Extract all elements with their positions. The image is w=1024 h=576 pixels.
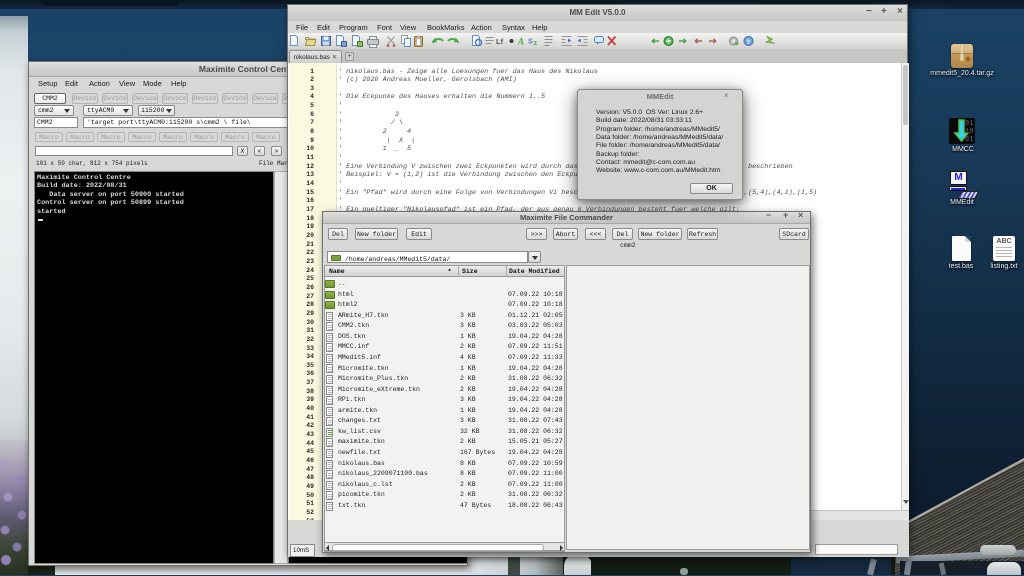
svg-text:A: A <box>517 37 524 47</box>
svg-text:?: ? <box>746 39 750 46</box>
svg-text:z: z <box>534 40 538 47</box>
svg-text:Lf: Lf <box>496 37 504 46</box>
svg-text:S: S <box>528 39 533 46</box>
